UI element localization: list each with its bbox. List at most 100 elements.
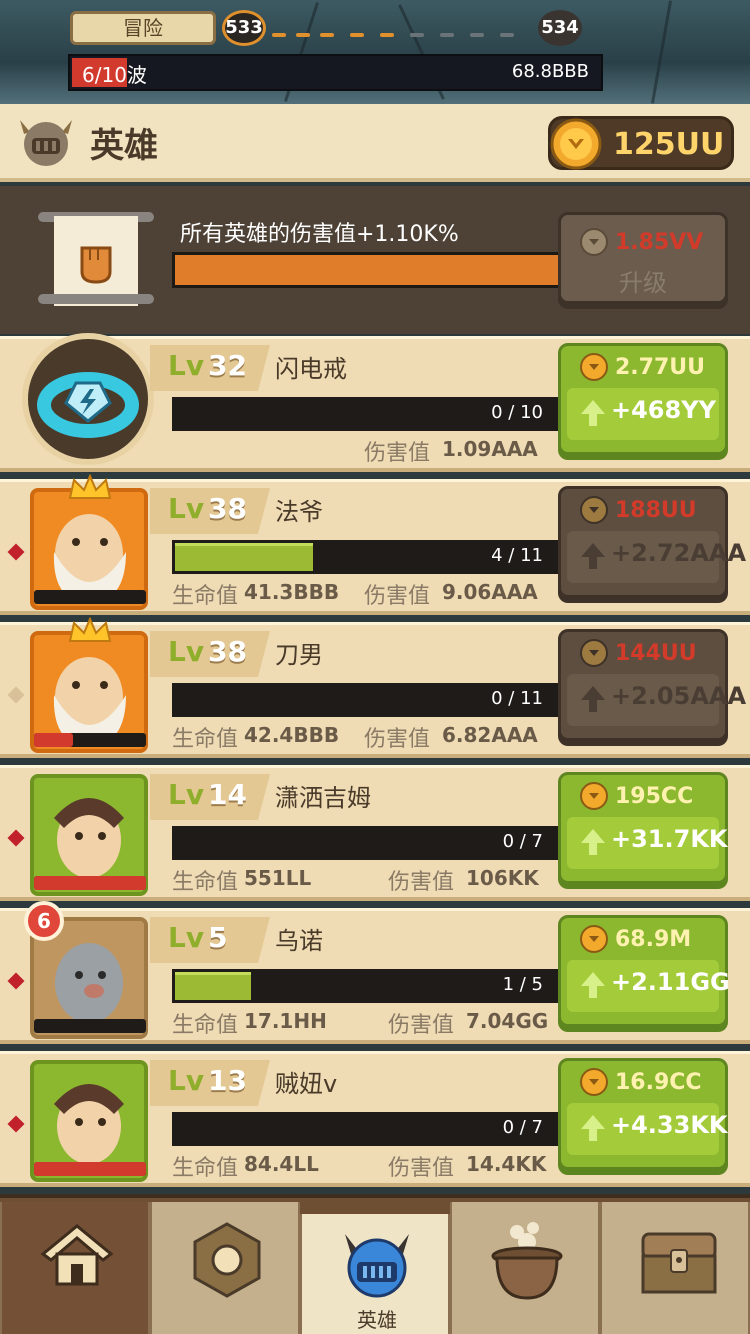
damage-value: 6.82AAA	[442, 723, 538, 747]
hero-card[interactable]: Lv 14 潇洒吉姆 0 / 7 生命值 551LL 伤害值 106KK 195C…	[0, 765, 750, 901]
hero-card[interactable]: Lv 38 刀男 0 / 11 生命值 42.4BBB 伤害值 6.82AAA 1…	[0, 616, 750, 758]
cauldron-icon	[487, 1220, 567, 1314]
level-up-cost: 195CC	[579, 781, 693, 811]
damage-value: 9.06AAA	[442, 580, 538, 604]
level-up-button[interactable]: 188UU +2.72AAA	[558, 486, 746, 598]
wave-counter: 6/10波	[82, 63, 147, 87]
damage-label: 伤害值	[364, 441, 431, 466]
level-up-cost: 16.9CC	[579, 1067, 702, 1097]
hero-level: 38	[208, 492, 247, 525]
level-up-cost: 144UU	[579, 638, 697, 668]
level-up-gain: +2.05AAA	[567, 674, 746, 726]
level-up-gain: +31.7KK	[567, 817, 728, 869]
path-dash	[272, 33, 286, 37]
level-up-button[interactable]: 16.9CC +4.33KK	[558, 1058, 728, 1170]
stage-bar: 冒险 533 534 6/10波 68.8BBB	[0, 0, 750, 104]
nav-chest[interactable]	[600, 1202, 750, 1334]
upgrade-label: 升级	[619, 269, 667, 297]
hero-progress-text: 0 / 11	[491, 688, 543, 709]
hero-progress-bar: 0 / 7	[172, 1112, 558, 1146]
hero-progress-fill	[175, 972, 251, 1000]
damage-value: 14.4KK	[466, 1152, 547, 1176]
level-prefix: Lv	[168, 492, 205, 525]
lightning-ring-icon	[37, 372, 139, 438]
level-up-gain: +468YY	[567, 388, 719, 440]
hero-card[interactable]: Lv 38 法爷 4 / 11 生命值 41.3BBB 伤害值 9.06AAA 1…	[0, 473, 750, 615]
heroes-header: 英雄 125UU	[0, 104, 750, 182]
currency-display[interactable]: 125UU	[548, 116, 734, 170]
arrow-up-icon	[581, 543, 605, 569]
level-up-gain: +4.33KK	[567, 1103, 728, 1155]
nav-upgrades[interactable]	[150, 1202, 300, 1334]
hero-name: 法爷	[275, 498, 323, 526]
hero-progress-bar: 0 / 7	[172, 826, 558, 860]
adventure-tab[interactable]: 冒险	[70, 11, 216, 45]
coin-icon	[580, 925, 608, 953]
cost-value: 195CC	[615, 783, 694, 809]
hero-name: 闪电戒	[275, 355, 347, 383]
level-up-button[interactable]: 195CC +31.7KK	[558, 772, 728, 884]
damage-label: 伤害值	[364, 584, 431, 609]
path-dash	[410, 33, 424, 37]
cost-value: 144UU	[615, 640, 697, 666]
boost-progress-fill	[175, 255, 559, 285]
hero-name: 潇洒吉姆	[275, 784, 371, 812]
hero-level: 13	[208, 1064, 247, 1097]
hero-progress-text: 1 / 5	[502, 974, 543, 995]
hero-hp-bar	[34, 1019, 146, 1033]
hero-card[interactable]: Lv 13 贼妞v 0 / 7 生命值 84.4LL 伤害值 14.4KK 16.…	[0, 1051, 750, 1187]
bottom-nav: 英雄	[0, 1194, 750, 1334]
hero-level: 14	[208, 778, 247, 811]
damage-label: 伤害值	[388, 870, 455, 895]
level-prefix: Lv	[168, 778, 205, 811]
hero-card[interactable]: 6 Lv 5 乌诺 1 / 5 生命值 17.1HH 伤害值 7.04GG 68.…	[0, 901, 750, 1044]
upgrade-cost: 1.85VV	[579, 227, 703, 257]
hero-hp-bar	[34, 733, 146, 747]
gain-value: +2.05AAA	[611, 682, 747, 710]
arrow-up-icon	[581, 829, 605, 855]
hp-label: 生命值	[172, 870, 239, 895]
cost-value: 68.9M	[615, 926, 692, 952]
arrow-up-icon	[581, 400, 605, 426]
gain-value: +2.72AAA	[611, 539, 747, 567]
boost-progress-bar	[172, 252, 562, 288]
hero-portrait[interactable]	[22, 333, 154, 465]
hero-progress-text: 0 / 10	[491, 402, 543, 423]
level-up-button[interactable]: 144UU +2.05AAA	[558, 629, 746, 741]
nav-home[interactable]	[0, 1202, 150, 1334]
house-icon	[37, 1220, 117, 1294]
level-up-cost: 188UU	[579, 495, 697, 525]
hp-label: 生命值	[172, 727, 239, 752]
page-title: 英雄	[90, 126, 158, 166]
coin-icon	[580, 782, 608, 810]
coin-icon	[580, 496, 608, 524]
hero-hp-bar	[34, 590, 146, 604]
hp-label: 生命值	[172, 584, 239, 609]
hero-progress-fill	[175, 543, 314, 571]
upgrade-cost-value: 1.85VV	[615, 229, 704, 255]
crown-icon	[68, 473, 112, 506]
path-dash	[380, 33, 394, 37]
hero-card[interactable]: Lv 32 闪电戒 0 / 10 伤害值 1.09AAA 2.77UU +468…	[0, 333, 750, 472]
level-up-button[interactable]: 2.77UU +468YY	[558, 343, 728, 455]
level-prefix: Lv	[168, 635, 205, 668]
hp-value: 84.4LL	[244, 1152, 319, 1176]
gain-value: +2.11GG	[611, 968, 730, 996]
nav-heroes[interactable]: 英雄	[300, 1214, 450, 1334]
gear-nut-icon	[187, 1220, 267, 1304]
level-up-gain: +2.11GG	[567, 960, 730, 1012]
cost-value: 16.9CC	[615, 1069, 702, 1095]
damage-label: 伤害值	[364, 727, 431, 752]
upgrade-button[interactable]: 1.85VV 升级	[558, 212, 728, 304]
gain-value: +31.7KK	[611, 825, 728, 853]
gem-marker	[7, 543, 25, 561]
hero-level: 5	[208, 921, 228, 954]
level-up-button[interactable]: 68.9M +2.11GG	[558, 915, 730, 1027]
nav-cauldron[interactable]	[450, 1202, 600, 1334]
damage-value: 7.04GG	[466, 1009, 549, 1033]
level-prefix: Lv	[168, 921, 205, 954]
hero-name: 乌诺	[275, 927, 323, 955]
hero-hp-bar	[34, 876, 146, 890]
currency-value: 125UU	[613, 127, 725, 162]
hp-label: 生命值	[172, 1013, 239, 1038]
